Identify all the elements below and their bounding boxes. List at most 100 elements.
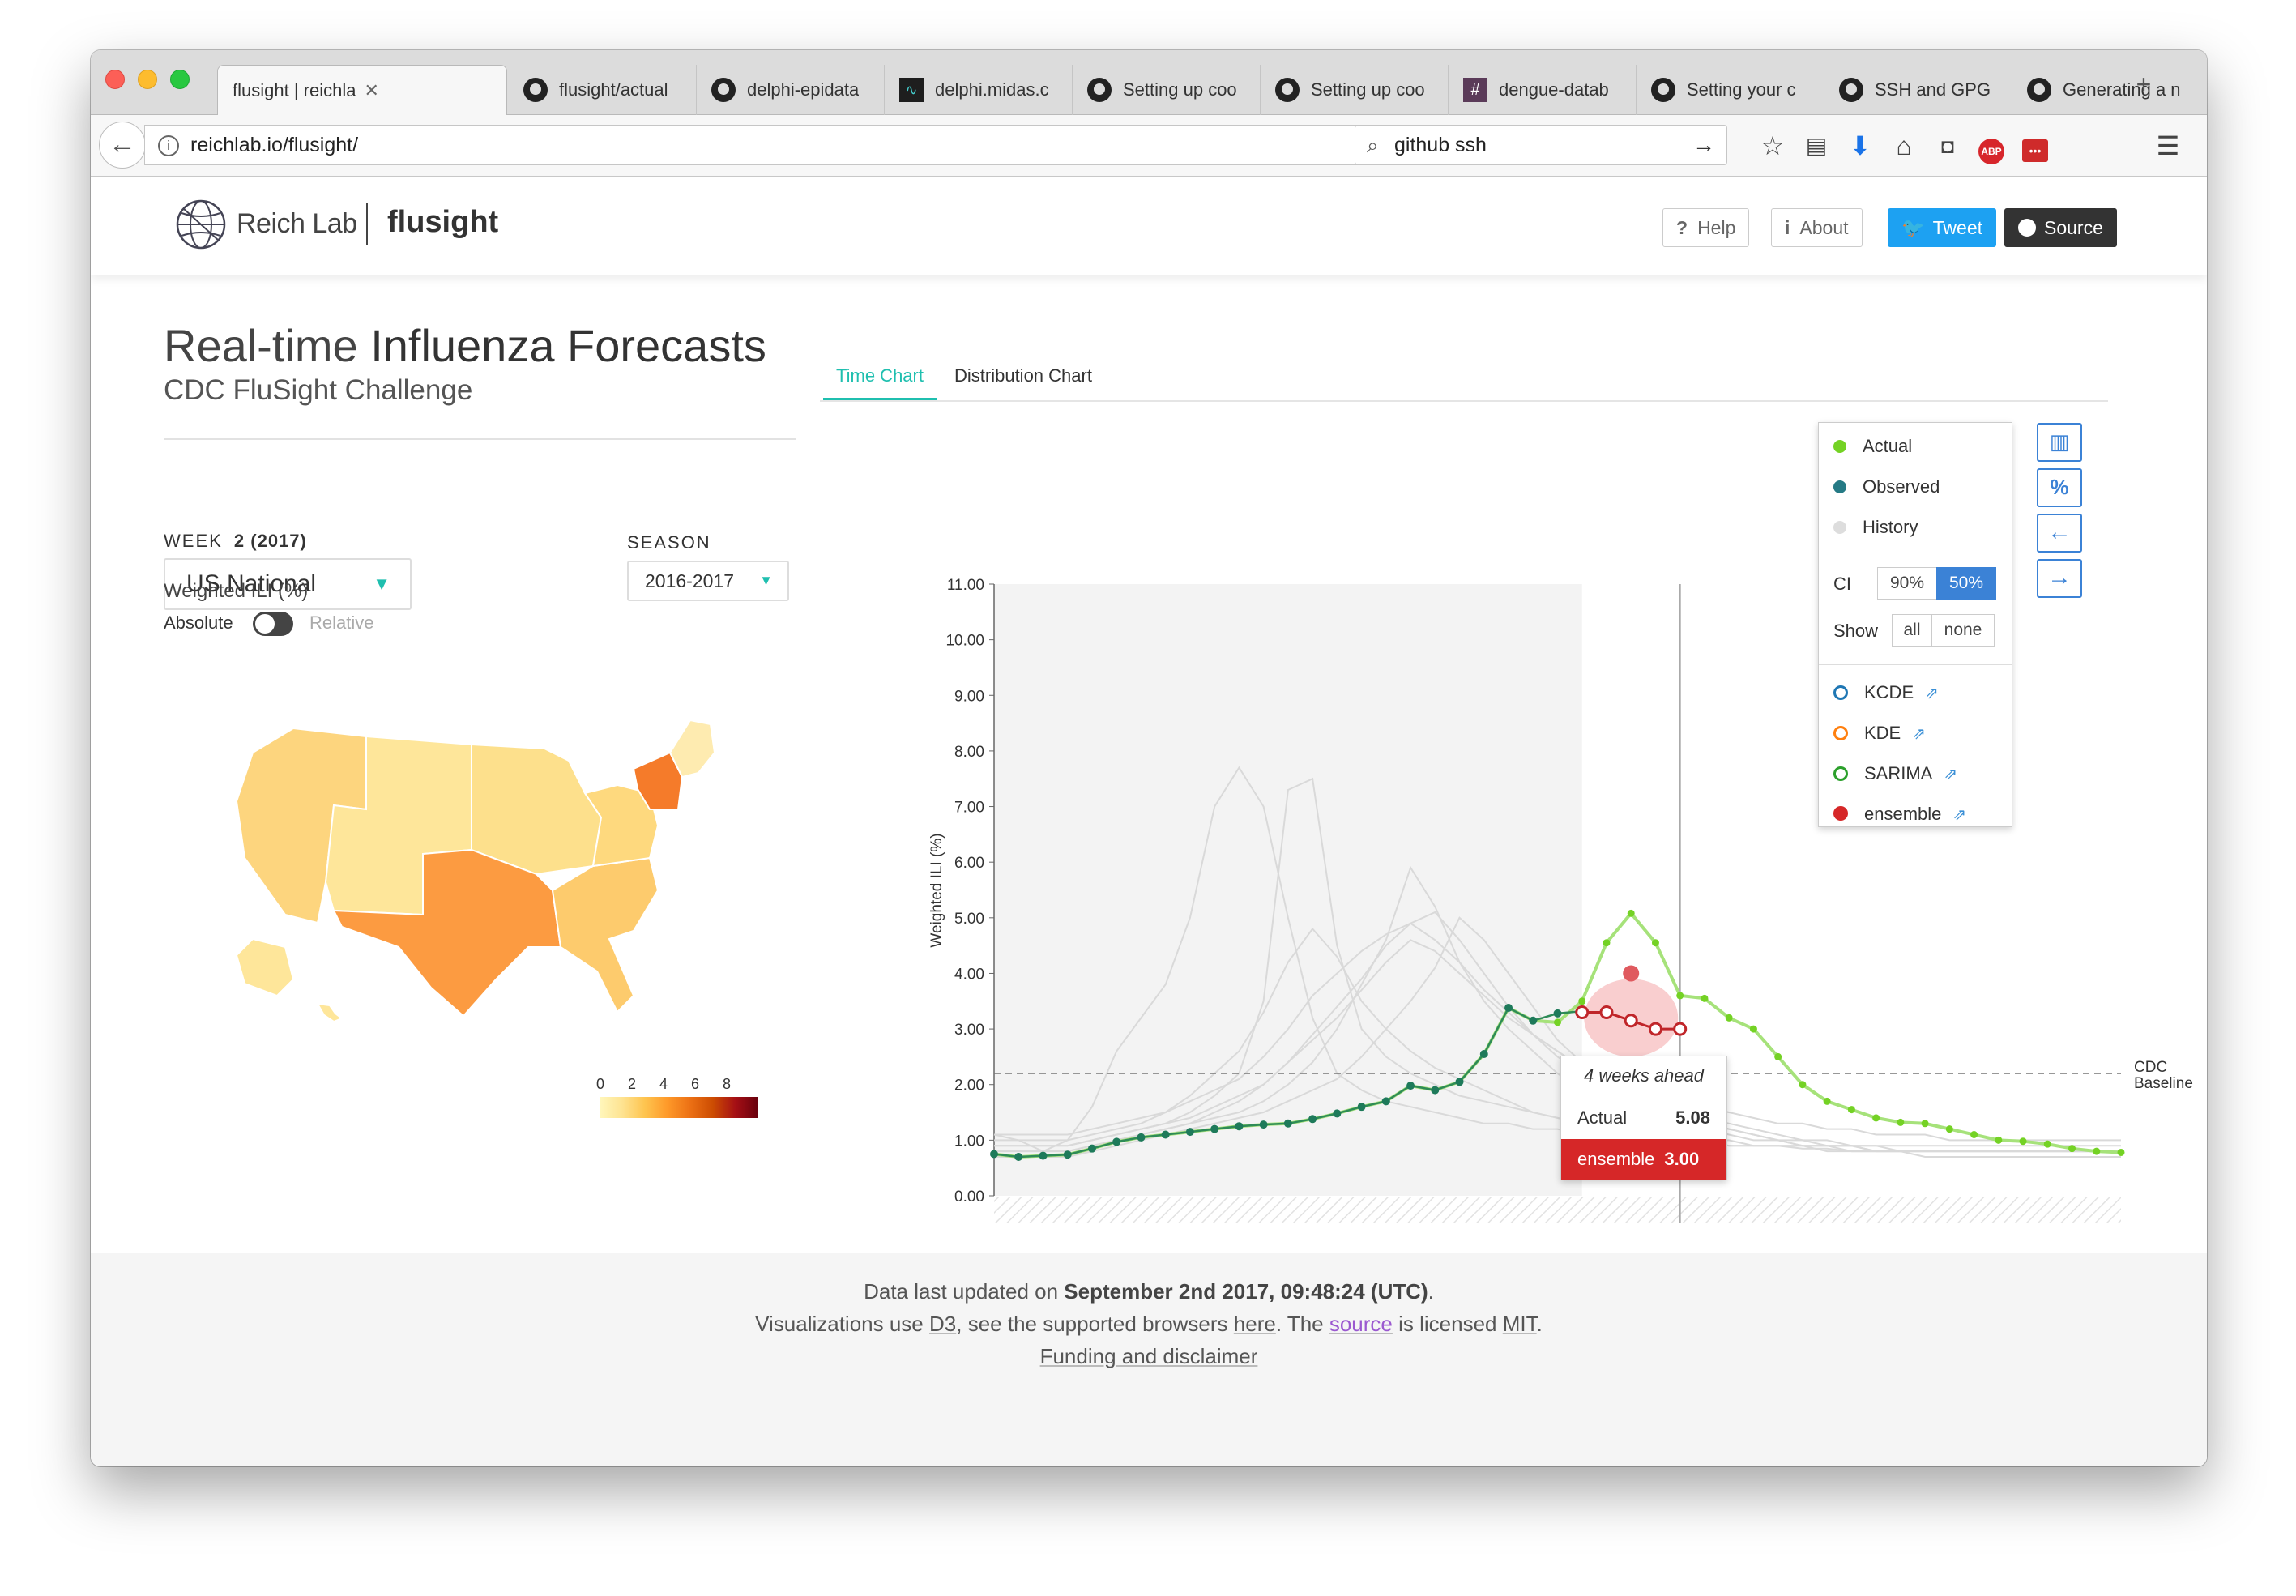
week-back-button[interactable]: ← <box>2037 514 2082 553</box>
hamburger-menu-icon[interactable]: ☰ <box>2152 130 2184 162</box>
legend-model-kcde[interactable]: KCDE ⇗ <box>1833 681 1939 705</box>
ci-50-button[interactable]: 50% <box>1936 567 1996 600</box>
maximize-window-button[interactable] <box>170 70 190 89</box>
toggle-relative-label: Relative <box>309 612 374 633</box>
actual-point <box>2093 1147 2101 1155</box>
map-alaska[interactable] <box>235 937 295 997</box>
observed-point <box>1087 1144 1096 1153</box>
tab-flusight-actual[interactable]: flusight/actual <box>509 65 697 115</box>
season-select[interactable]: 2016-2017 ▼ <box>627 561 789 601</box>
help-question-icon: ? <box>1676 217 1688 238</box>
app-name[interactable]: flusight <box>387 205 498 240</box>
d3-link[interactable]: D3 <box>929 1312 956 1336</box>
map-toggle-button[interactable]: ▥ <box>2037 423 2082 462</box>
close-window-button[interactable] <box>105 70 125 89</box>
actual-point <box>1897 1118 1905 1126</box>
external-link-icon[interactable]: ⇗ <box>1912 725 1926 743</box>
show-none-button[interactable]: none <box>1931 614 1995 647</box>
map-hawaii[interactable] <box>316 1002 344 1023</box>
download-arrow-icon[interactable]: ⬇ <box>1844 130 1876 162</box>
tweet-button[interactable]: 🐦 Tweet <box>1888 208 1997 247</box>
observed-point <box>1014 1152 1023 1161</box>
legend-model-kde[interactable]: KDE ⇗ <box>1833 721 1926 745</box>
external-link-icon[interactable]: ⇗ <box>1944 766 1957 783</box>
map-midwest-region[interactable] <box>471 743 603 876</box>
reichlab-brand[interactable]: Reich Lab <box>237 208 357 240</box>
new-tab-plus-icon[interactable]: + <box>2127 68 2160 100</box>
funding-link[interactable]: Funding and disclaimer <box>1040 1344 1258 1368</box>
search-input[interactable]: ⌕ github ssh → <box>1355 125 1727 165</box>
us-choropleth-map[interactable] <box>228 704 731 1044</box>
close-tab-icon[interactable]: ✕ <box>364 80 378 101</box>
bookmark-star-icon[interactable]: ☆ <box>1756 130 1789 162</box>
back-button[interactable]: ← <box>99 122 146 169</box>
absolute-relative-toggle[interactable] <box>253 612 293 636</box>
observed-point <box>1185 1128 1194 1137</box>
home-icon[interactable]: ⌂ <box>1888 130 1920 162</box>
reader-list-icon[interactable]: ▤ <box>1800 130 1833 162</box>
legend-observed[interactable]: Observed <box>1833 475 1940 499</box>
observed-point <box>1431 1086 1440 1095</box>
midas-icon: ∿ <box>899 78 924 102</box>
map-icon: ▥ <box>2049 429 2070 454</box>
about-button[interactable]: i About <box>1771 208 1863 247</box>
percent-toggle-button[interactable]: % <box>2037 468 2082 507</box>
show-all-button[interactable]: all <box>1892 614 1932 647</box>
week-forward-button[interactable]: → <box>2037 559 2082 598</box>
nav-toolbar: ← ireichlab.io/flusight/ ↻ ⌕ github ssh … <box>91 115 2207 177</box>
baseline-label-1: CDC <box>2134 1059 2167 1076</box>
tooltip-actual-value: 5.08 <box>1675 1107 1710 1128</box>
actual-point <box>1995 1136 2003 1144</box>
tab-label: dengue-datab <box>1499 79 1609 100</box>
baseline-label-2: Baseline <box>2134 1075 2193 1092</box>
observed-point <box>1161 1130 1170 1139</box>
observed-point <box>1504 1004 1513 1013</box>
tab-distribution-chart[interactable]: Distribution Chart <box>941 360 1105 400</box>
search-icon: ⌕ <box>1367 133 1379 157</box>
legend-model-sarima[interactable]: SARIMA ⇗ <box>1833 762 1957 786</box>
actual-point <box>1945 1125 1953 1133</box>
tab-delphi-midas[interactable]: ∿ delphi.midas.c <box>885 65 1073 115</box>
tab-setting-your[interactable]: Setting your c <box>1637 65 1824 115</box>
adblock-icon[interactable]: ABP <box>1975 130 2008 164</box>
colorbar-tick: 8 <box>723 1076 732 1092</box>
info-icon[interactable]: i <box>158 135 179 157</box>
footer-text: . <box>1536 1312 1543 1336</box>
observed-point <box>1112 1137 1121 1146</box>
legend-model-ensemble[interactable]: ensemble ⇗ <box>1833 802 1966 826</box>
y-tick-label: 6.00 <box>954 855 984 872</box>
minimize-window-button[interactable] <box>138 70 157 89</box>
legend-history[interactable]: History <box>1833 515 1918 540</box>
tab-ssh-gpg[interactable]: SSH and GPG <box>1824 65 2012 115</box>
search-go-arrow-icon[interactable]: → <box>1692 126 1715 164</box>
tab-flusight[interactable]: flusight | reichla ✕ <box>217 65 507 115</box>
ci-90-button[interactable]: 90% <box>1877 567 1937 600</box>
tab-label: flusight/actual <box>559 79 668 100</box>
footer-text: , see the supported browsers <box>956 1312 1234 1336</box>
source-button[interactable]: Source <box>2004 208 2117 247</box>
tab-setting-up-2[interactable]: Setting up coo <box>1261 65 1449 115</box>
legend-actual[interactable]: Actual <box>1833 434 1912 459</box>
observed-point <box>1357 1103 1366 1112</box>
external-link-icon[interactable]: ⇗ <box>1925 685 1939 702</box>
tab-delphi-epidata[interactable]: delphi-epidata <box>697 65 885 115</box>
tab-dengue-datab[interactable]: # dengue-datab <box>1449 65 1637 115</box>
lastpass-icon[interactable]: ••• <box>2019 130 2051 162</box>
actual-point <box>1627 909 1635 917</box>
observed-point <box>1381 1097 1390 1106</box>
tab-time-chart[interactable]: Time Chart <box>823 360 937 400</box>
actual-point <box>1701 994 1709 1002</box>
browsers-link[interactable]: here <box>1234 1312 1276 1336</box>
map-southeast-region[interactable] <box>551 856 659 1014</box>
help-button[interactable]: ? Help <box>1662 208 1750 247</box>
external-link-icon[interactable]: ⇗ <box>1952 806 1966 824</box>
observed-point <box>1137 1133 1146 1142</box>
tab-generating[interactable]: Generating a n <box>2012 65 2200 115</box>
mit-link[interactable]: MIT <box>1503 1312 1537 1336</box>
kde-ring-icon <box>1833 726 1848 740</box>
tab-setting-up-1[interactable]: Setting up coo <box>1073 65 1261 115</box>
source-link[interactable]: source <box>1329 1312 1393 1336</box>
url-bar[interactable]: ireichlab.io/flusight/ ↻ <box>144 125 1384 165</box>
colorbar-tick: 2 <box>628 1076 637 1092</box>
pocket-icon[interactable]: ◘ <box>1931 130 1964 162</box>
